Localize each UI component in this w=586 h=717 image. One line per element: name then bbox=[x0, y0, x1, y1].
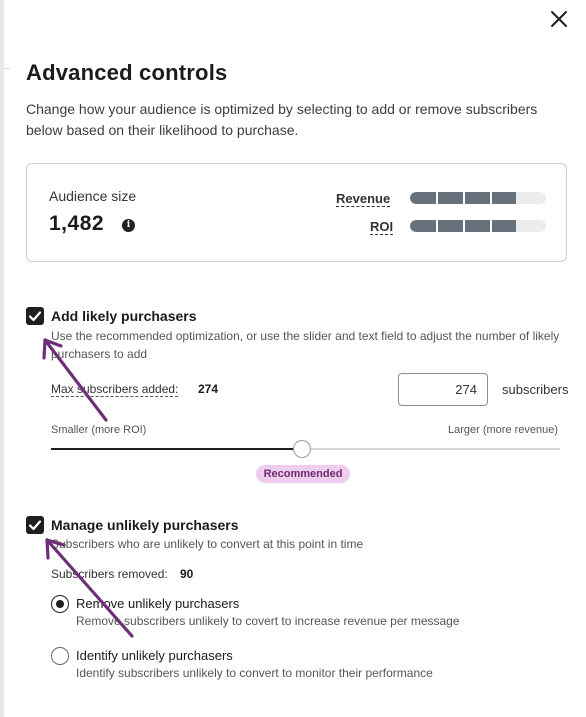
slider-thumb[interactable] bbox=[293, 440, 311, 458]
audience-size-label: Audience size bbox=[49, 188, 137, 204]
manage-unlikely-purchasers-checkbox[interactable] bbox=[26, 516, 44, 534]
remove-unlikely-title[interactable]: Remove unlikely purchasers bbox=[76, 596, 239, 611]
max-subscribers-label: Max subscribers added: bbox=[51, 382, 179, 397]
bar-segment bbox=[463, 192, 465, 204]
roi-label: ROI bbox=[370, 219, 394, 235]
add-likely-purchasers-description: Use the recommended optimization, or use… bbox=[51, 329, 560, 361]
subscribers-count-input[interactable] bbox=[398, 373, 488, 406]
max-subscribers-value: 274 bbox=[198, 382, 219, 396]
audience-summary-card: Audience size 1,482 i Revenue ROI bbox=[26, 163, 567, 262]
roi-bar bbox=[410, 220, 546, 232]
close-button[interactable] bbox=[548, 8, 570, 30]
dialog-description: Change how your audience is optimized by… bbox=[26, 101, 538, 138]
info-icon[interactable]: i bbox=[122, 219, 135, 232]
slider-max-label: Larger (more revenue) bbox=[448, 424, 559, 436]
identify-unlikely-title[interactable]: Identify unlikely purchasers bbox=[76, 648, 233, 663]
manage-unlikely-purchasers-title: Manage unlikely purchasers bbox=[51, 517, 239, 533]
slider-fill bbox=[51, 448, 303, 450]
dialog-title: Advanced controls bbox=[26, 60, 228, 85]
bar-segment bbox=[436, 220, 438, 232]
remove-unlikely-radio[interactable] bbox=[51, 595, 69, 613]
subscribers-removed-label: Subscribers removed: bbox=[51, 567, 168, 581]
revenue-label: Revenue bbox=[336, 191, 391, 207]
bar-segment bbox=[490, 192, 492, 204]
add-likely-purchasers-checkbox[interactable] bbox=[26, 307, 44, 325]
bar-segment bbox=[490, 220, 492, 232]
recommended-badge: Recommended bbox=[256, 465, 350, 483]
subscribers-unit-label: subscribers bbox=[502, 382, 569, 397]
bar-segment bbox=[436, 192, 438, 204]
divider bbox=[4, 68, 10, 69]
revenue-bar bbox=[410, 192, 546, 204]
identify-unlikely-radio[interactable] bbox=[51, 647, 69, 665]
checkmark-icon bbox=[28, 520, 42, 531]
page-left-edge bbox=[0, 0, 4, 717]
checkmark-icon bbox=[28, 311, 42, 322]
slider-min-label: Smaller (more ROI) bbox=[51, 424, 147, 436]
subscribers-removed-value: 90 bbox=[180, 567, 194, 581]
close-icon bbox=[551, 11, 567, 27]
bar-segment bbox=[463, 220, 465, 232]
identify-unlikely-description: Identify subscribers unlikely to convert… bbox=[76, 666, 433, 680]
manage-unlikely-purchasers-description: Subscribers who are unlikely to convert … bbox=[51, 537, 364, 551]
add-likely-purchasers-title: Add likely purchasers bbox=[51, 308, 197, 324]
remove-unlikely-description: Remove subscribers unlikely to covert to… bbox=[76, 614, 460, 628]
audience-size-value: 1,482 bbox=[49, 212, 105, 235]
